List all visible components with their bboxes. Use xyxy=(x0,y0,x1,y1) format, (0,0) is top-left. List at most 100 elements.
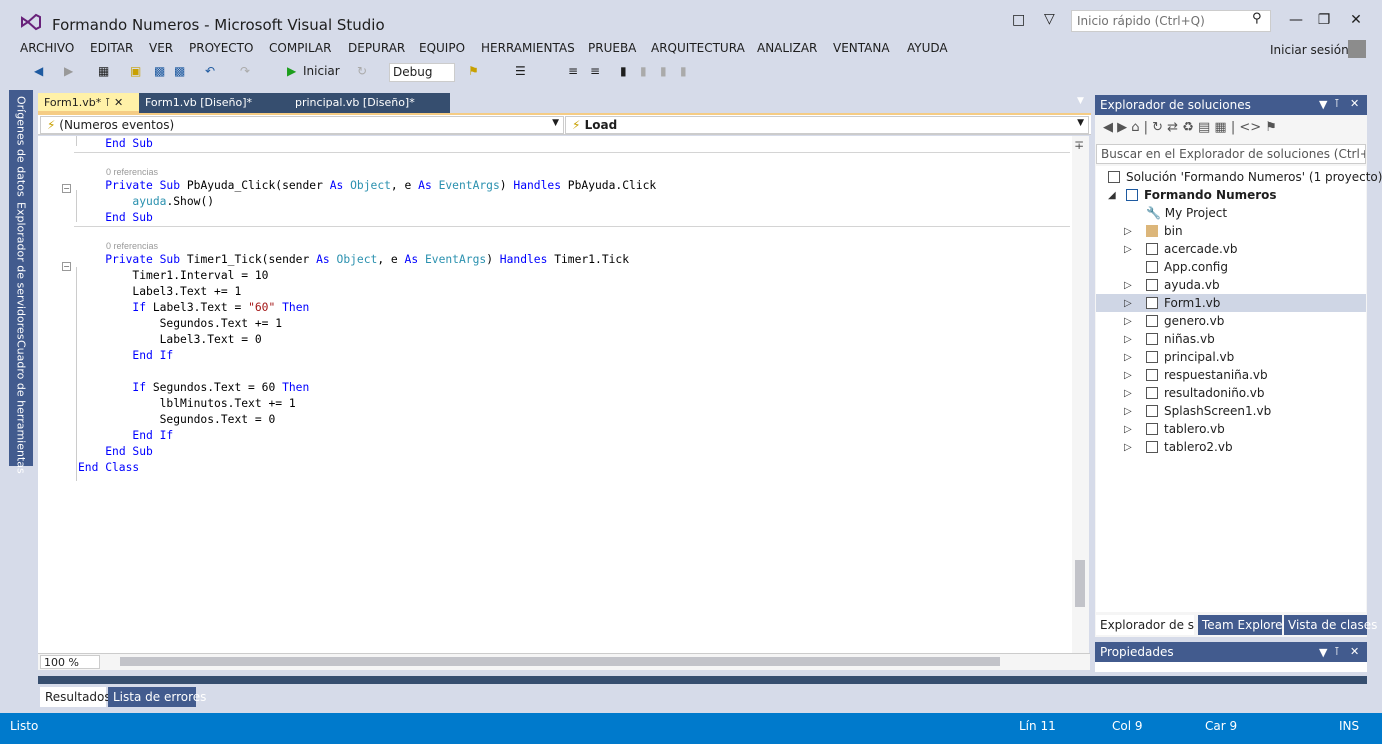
close-button[interactable]: ✕ xyxy=(1346,12,1366,28)
zoom-select[interactable]: 100 % xyxy=(40,655,100,669)
start-icon[interactable]: ▶ xyxy=(287,64,296,78)
menu-ver[interactable]: VER xyxy=(149,41,173,55)
open-folder-icon[interactable]: ▣ xyxy=(130,64,141,78)
object-dropdown[interactable]: ⚡ (Numeros eventos) ▼ xyxy=(40,116,564,134)
code-text[interactable]: End Sub 0 referencias Private Sub PbAyuda… xyxy=(74,136,1070,476)
tree-item[interactable]: tablero.vb xyxy=(1146,420,1225,438)
tab-team-explorer[interactable]: Team Explorer xyxy=(1198,615,1288,635)
tab-solution-explorer[interactable]: Explorador de s... xyxy=(1096,615,1194,635)
tree-item[interactable]: genero.vb xyxy=(1146,312,1224,330)
tree-item-selected[interactable]: Form1.vb xyxy=(1146,294,1220,312)
dropdown-icon[interactable]: ▼ xyxy=(1319,646,1327,659)
indent-icon[interactable]: ≡ xyxy=(568,64,578,78)
tree-item[interactable]: App.config xyxy=(1146,258,1228,276)
find-icon[interactable]: ⚑ xyxy=(468,64,479,78)
comment-icon[interactable]: ☰ xyxy=(515,64,526,78)
filter-icon[interactable]: ▽ xyxy=(1044,11,1055,27)
menu-herramientas[interactable]: HERRAMIENTAS xyxy=(481,41,575,55)
menu-depurar[interactable]: DEPURAR xyxy=(348,41,405,55)
solution-search-input[interactable]: Buscar en el Explorador de soluciones (C… xyxy=(1096,144,1366,164)
pin-icon[interactable]: ⊺ xyxy=(105,96,111,109)
tab-error-list[interactable]: Lista de errores xyxy=(108,687,206,707)
sign-in-link[interactable]: Iniciar sesión xyxy=(1270,43,1349,57)
notification-icon[interactable]: □ xyxy=(1012,12,1025,28)
tree-item[interactable]: respuestaniña.vb xyxy=(1146,366,1268,384)
bookmark-icon[interactable]: ▮ xyxy=(620,64,627,78)
vb-project-icon xyxy=(1126,189,1138,201)
menu-prueba[interactable]: PRUEBA xyxy=(588,41,636,55)
menu-compilar[interactable]: COMPILAR xyxy=(269,41,331,55)
pin-icon[interactable]: ⊺ xyxy=(1334,97,1340,110)
tab-form1-design[interactable]: Form1.vb [Diseño]* xyxy=(139,93,279,113)
minimize-button[interactable]: — xyxy=(1286,12,1306,28)
tree-label: acercade.vb xyxy=(1164,242,1238,256)
solution-explorer-toolbar[interactable]: ◀ ▶ ⌂ | ↻ ⇄ ♻ ▤ ▦ | <> ⚑ xyxy=(1095,116,1367,142)
tab-output[interactable]: Resultados xyxy=(40,687,111,707)
menu-editar[interactable]: EDITAR xyxy=(90,41,133,55)
close-icon[interactable]: ✕ xyxy=(1350,645,1359,658)
tab-class-view[interactable]: Vista de clases xyxy=(1284,615,1377,635)
tab-form1-code[interactable]: Form1.vb* ⊺ ✕ xyxy=(38,93,139,113)
reference-count: 0 referencias xyxy=(106,241,159,251)
menu-ventana[interactable]: VENTANA xyxy=(833,41,890,55)
tree-item[interactable]: principal.vb xyxy=(1146,348,1234,366)
avatar[interactable] xyxy=(1348,40,1366,58)
menu-ayuda[interactable]: AYUDA xyxy=(907,41,948,55)
close-tab-icon[interactable]: ✕ xyxy=(114,96,123,109)
redo-icon[interactable]: ↷ xyxy=(240,64,250,78)
back-icon[interactable]: ◀ xyxy=(34,64,43,78)
member-dropdown[interactable]: ⚡ Load ▼ xyxy=(565,116,1089,134)
tree-item[interactable]: resultadoniño.vb xyxy=(1146,384,1264,402)
start-button[interactable]: Iniciar xyxy=(303,64,340,78)
menu-equipo[interactable]: EQUIPO xyxy=(419,41,465,55)
tree-item[interactable]: niñas.vb xyxy=(1146,330,1215,348)
bookmark-next-icon[interactable]: ▮ xyxy=(660,64,667,78)
collapse-toggle[interactable]: − xyxy=(62,262,71,271)
horizontal-scroll-thumb[interactable] xyxy=(120,657,1000,666)
undo-icon[interactable]: ↶ xyxy=(205,64,215,78)
tab-label: Form1.vb* xyxy=(44,96,102,109)
new-project-icon[interactable]: ▦ xyxy=(98,64,109,78)
collapse-toggle[interactable]: − xyxy=(62,184,71,193)
close-icon[interactable]: ✕ xyxy=(1350,97,1359,110)
forward-icon[interactable]: ▶ xyxy=(64,64,73,78)
status-text: Listo xyxy=(10,719,39,733)
tree-item[interactable]: ayuda.vb xyxy=(1146,276,1220,294)
menu-proyecto[interactable]: PROYECTO xyxy=(189,41,253,55)
menu-analizar[interactable]: ANALIZAR xyxy=(757,41,817,55)
search-icon[interactable]: ⚲ xyxy=(1252,11,1262,26)
tree-item-bin[interactable]: bin xyxy=(1146,222,1183,240)
outdent-icon[interactable]: ≡ xyxy=(590,64,600,78)
split-icon[interactable]: ∓ xyxy=(1074,138,1084,152)
tab-server-explorer[interactable]: Explorador de servidores xyxy=(9,198,33,340)
configuration-select[interactable]: Debug xyxy=(389,63,455,82)
pin-icon[interactable]: ⊺ xyxy=(1334,645,1340,658)
tree-label: My Project xyxy=(1164,206,1228,220)
scroll-thumb[interactable] xyxy=(1075,560,1085,607)
save-icon[interactable]: ▩ xyxy=(154,64,165,78)
maximize-button[interactable]: ❐ xyxy=(1314,12,1334,28)
dropdown-icon[interactable]: ▼ xyxy=(1319,98,1327,111)
visual-studio-logo-icon xyxy=(21,13,41,31)
tree-item[interactable]: acercade.vb xyxy=(1146,240,1238,258)
expand-arrow-icon[interactable]: ◢ xyxy=(1108,190,1116,201)
tree-item-my-project[interactable]: 🔧 My Project xyxy=(1146,204,1227,222)
save-all-icon[interactable]: ▩ xyxy=(174,64,185,78)
tree-solution[interactable]: Solución 'Formando Numeros' (1 proyecto) xyxy=(1108,168,1382,186)
refresh-icon[interactable]: ↻ xyxy=(357,64,367,78)
tree-item[interactable]: SplashScreen1.vb xyxy=(1146,402,1271,420)
bookmark-clear-icon[interactable]: ▮ xyxy=(680,64,687,78)
bookmark-prev-icon[interactable]: ▮ xyxy=(640,64,647,78)
menu-arquitectura[interactable]: ARQUITECTURA xyxy=(651,41,745,55)
code-identifier: ayuda xyxy=(132,195,167,208)
tab-overflow-icon[interactable]: ▼ xyxy=(1077,96,1084,106)
tree-item[interactable]: tablero2.vb xyxy=(1146,438,1233,456)
menu-archivo[interactable]: ARCHIVO xyxy=(20,41,74,55)
tree-label: genero.vb xyxy=(1164,314,1225,328)
code-string: "60" xyxy=(248,301,276,314)
quick-launch-input[interactable]: Inicio rápido (Ctrl+Q) xyxy=(1071,10,1271,32)
tree-project[interactable]: Formando Numeros xyxy=(1126,186,1277,204)
tab-principal-design[interactable]: principal.vb [Diseño]* xyxy=(289,93,449,113)
tab-data-sources[interactable]: Orígenes de datos xyxy=(9,92,33,197)
tab-toolbox[interactable]: Cuadro de herramientas xyxy=(9,336,33,474)
